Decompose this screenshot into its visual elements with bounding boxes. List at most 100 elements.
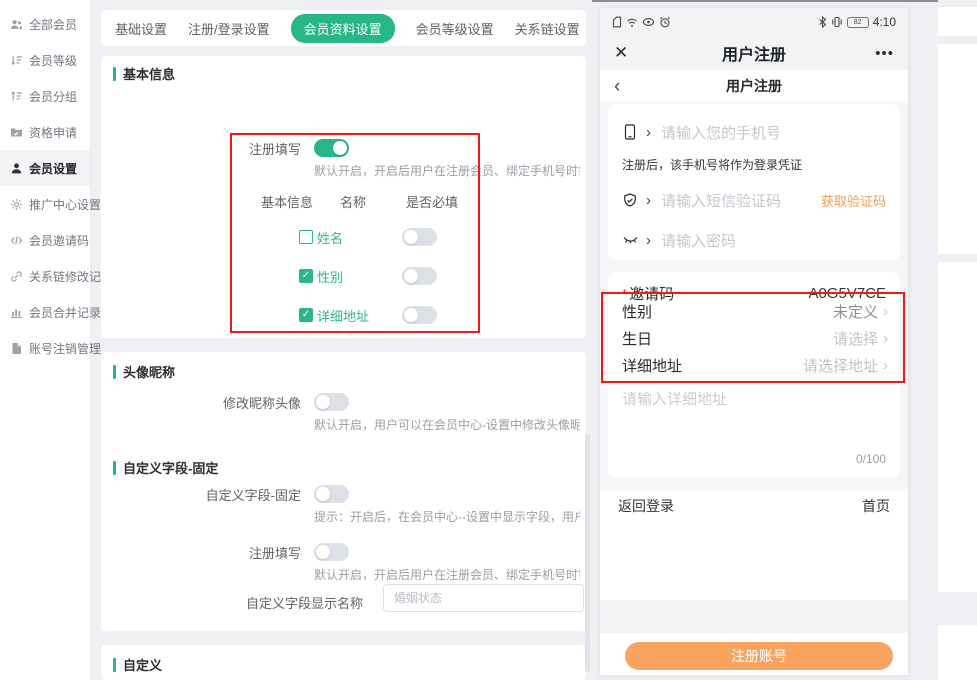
sidebar-item-invite-code[interactable]: 会员邀请码 <box>0 222 90 258</box>
sidebar-item-all-members[interactable]: 全部会员 <box>0 6 90 42</box>
chevron-right-icon: › <box>646 192 651 209</box>
eye-closed-icon <box>623 235 638 246</box>
profile-fields-highlight-box <box>601 292 905 383</box>
section-title-custom-fixed: 自定义字段-固定 <box>113 458 218 477</box>
sidebar: 全部会员 会员等级 会员分组 资格申请 会员设置 推广中心设置 会员邀请码 关系… <box>0 0 91 680</box>
sidebar-item-qualification[interactable]: 资格申请 <box>0 114 90 150</box>
preview-top-border <box>592 0 977 2</box>
table-header-basic-info: 基本信息 <box>261 192 313 211</box>
custom-fixed-helper: 提示：开启后，在会员中心--设置中显示字段，用户编辑资料填写！会员列表 <box>314 508 580 525</box>
password-field[interactable]: › 请输入密码 <box>622 228 886 252</box>
users-icon <box>10 18 23 31</box>
get-code-button[interactable]: 获取验证码 <box>821 191 886 210</box>
tab-member-level-settings[interactable]: 会员等级设置 <box>416 19 494 38</box>
bluetooth-icon <box>818 16 827 28</box>
sms-code-field[interactable]: › 请输入短信验证码 获取验证码 <box>622 188 886 212</box>
table-header-name: 名称 <box>340 192 366 211</box>
sort-level-icon <box>10 54 23 67</box>
section-custom: 自定义 <box>101 645 586 680</box>
address-textarea[interactable]: 请输入详细地址 <box>622 388 727 409</box>
gender-checkbox[interactable] <box>299 269 313 283</box>
section-title-custom: 自定义 <box>113 655 162 674</box>
chevron-right-icon: › <box>646 232 651 249</box>
folder-check-icon <box>10 126 23 139</box>
section-avatar-custom: 头像昵称 修改昵称头像 默认开启，用户可以在会员中心-设置中修改头像昵称 自定义… <box>101 352 586 631</box>
tab-register-login-settings[interactable]: 注册/登录设置 <box>188 19 270 38</box>
back-icon[interactable]: ‹ <box>614 77 654 96</box>
phone-icon <box>624 124 636 140</box>
custom-register-fill-toggle[interactable] <box>314 543 349 561</box>
gender-required-toggle[interactable] <box>402 267 437 285</box>
sidebar-item-member-settings[interactable]: 会员设置 <box>0 150 90 186</box>
modify-nickname-toggle[interactable] <box>314 393 349 411</box>
settings-tabbar: 基础设置 注册/登录设置 会员资料设置 会员等级设置 关系链设置 会员中心显示设… <box>101 10 586 46</box>
code-icon <box>10 234 23 247</box>
member-icon <box>10 162 23 175</box>
phone-number-note: 注册后，该手机号将作为登录凭证 <box>622 156 802 173</box>
phone-login-card: › 请输入您的手机号 注册后，该手机号将作为登录凭证 › 请输入短信验证码 获取… <box>608 104 900 260</box>
modify-nickname-helper: 默认开启，用户可以在会员中心-设置中修改头像昵称 <box>314 416 580 433</box>
phone-navbar: ‹ 用户注册 <box>600 70 908 102</box>
name-checkbox[interactable] <box>299 230 313 244</box>
mobile-preview-panel: 82 4:10 ✕ 用户注册 ••• ‹ 用户注册 › 请输入您的手机号 注册后… <box>600 8 908 676</box>
close-icon[interactable]: ✕ <box>614 43 654 63</box>
custom-fixed-label: 自定义字段-固定 <box>101 485 301 504</box>
sim-icon <box>612 16 622 28</box>
char-counter: 0/100 <box>856 452 886 466</box>
section-title-avatar: 头像昵称 <box>113 362 175 381</box>
background-panel-strip <box>938 0 977 680</box>
alarm-icon <box>659 16 671 28</box>
custom-register-fill-helper: 默认开启，开启后用户在注册会员、绑定手机号时需要填写自定义字段信息 <box>314 566 580 583</box>
field-row-gender: 性别 <box>299 267 343 285</box>
name-required-toggle[interactable] <box>402 228 437 246</box>
phone-number-placeholder: 请输入您的手机号 <box>661 122 781 143</box>
phone-titlebar: ✕ 用户注册 ••• <box>600 36 908 70</box>
sort-group-icon <box>10 90 23 103</box>
table-header-required: 是否必填 <box>406 192 458 211</box>
sidebar-item-merge-log[interactable]: 会员合并记录 <box>0 294 90 330</box>
bar-chart-icon <box>10 306 23 319</box>
section-title-basic: 基本信息 <box>113 64 175 83</box>
gear-icon <box>10 198 23 211</box>
chevron-right-icon: › <box>646 124 651 141</box>
eye-icon <box>642 17 655 27</box>
custom-register-fill-label: 注册填写 <box>101 543 301 562</box>
phone-number-field[interactable]: › 请输入您的手机号 <box>622 120 886 144</box>
statusbar-time: 4:10 <box>873 15 896 29</box>
shield-check-icon <box>623 193 637 208</box>
address-required-toggle[interactable] <box>402 306 437 324</box>
field-row-address: 详细地址 <box>299 306 369 324</box>
content-scrollbar[interactable] <box>585 434 590 672</box>
custom-fixed-toggle[interactable] <box>314 485 349 503</box>
tab-member-profile-settings[interactable]: 会员资料设置 <box>291 14 395 43</box>
link-icon <box>10 270 23 283</box>
phone-links-row: 返回登录 首页 <box>600 490 908 522</box>
phone-nav-title: 用户注册 <box>654 76 854 96</box>
address-checkbox[interactable] <box>299 308 313 322</box>
sidebar-item-member-group[interactable]: 会员分组 <box>0 78 90 114</box>
sidebar-item-relation-log[interactable]: 关系链修改记录 <box>0 258 90 294</box>
field-row-name: 姓名 <box>299 228 343 246</box>
display-name-input[interactable] <box>383 584 584 612</box>
home-link[interactable]: 首页 <box>862 496 890 516</box>
back-to-login-link[interactable]: 返回登录 <box>618 496 674 516</box>
phone-page-title: 用户注册 <box>654 41 854 65</box>
sms-code-placeholder: 请输入短信验证码 <box>661 190 781 211</box>
battery-icon: 82 <box>847 17 869 28</box>
register-submit-button[interactable]: 注册账号 <box>625 642 893 670</box>
vibrate-icon <box>831 16 843 28</box>
display-name-label: 自定义字段显示名称 <box>101 593 363 612</box>
file-icon <box>10 342 23 355</box>
tab-basic-settings[interactable]: 基础设置 <box>115 19 167 38</box>
wifi-icon <box>626 17 638 28</box>
password-placeholder: 请输入密码 <box>661 230 736 251</box>
sidebar-item-member-level[interactable]: 会员等级 <box>0 42 90 78</box>
sidebar-item-account-cancel[interactable]: 账号注销管理 <box>0 330 90 366</box>
sidebar-item-promotion-settings[interactable]: 推广中心设置 <box>0 186 90 222</box>
more-icon[interactable]: ••• <box>854 45 894 62</box>
phone-statusbar: 82 4:10 <box>600 8 908 36</box>
section-basic-info: 基本信息 注册填写 默认开启，开启后用户在注册会员、绑定手机号时需要填写自定义字… <box>101 56 586 338</box>
modify-nickname-label: 修改昵称头像 <box>101 393 301 412</box>
basic-fields-highlight-box <box>230 133 480 333</box>
tab-relation-settings[interactable]: 关系链设置 <box>515 19 580 38</box>
